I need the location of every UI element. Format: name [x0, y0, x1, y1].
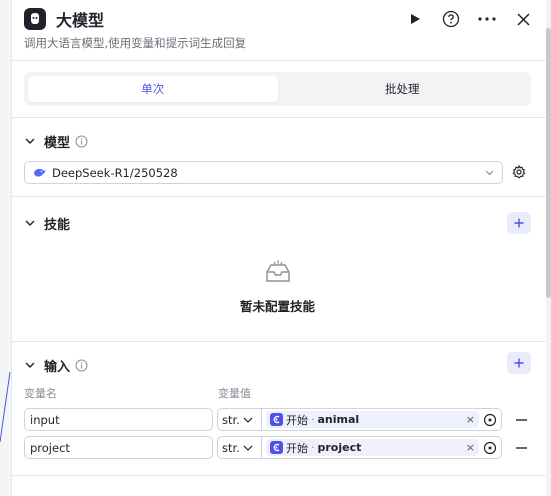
- start-node-icon: [270, 413, 283, 426]
- model-section-header[interactable]: 模型: [24, 131, 88, 151]
- input-section-title: 输入: [44, 359, 71, 375]
- node-config-panel: 大模型 调用大语言模型,使用变量和提示词生成回复 单次 批处理 模型 DeepS…: [12, 0, 546, 496]
- chevron-down-icon[interactable]: [24, 217, 36, 229]
- more-icon[interactable]: [476, 8, 498, 30]
- reference-variable-name: project: [317, 441, 362, 454]
- connector-line: [0, 372, 11, 442]
- info-icon[interactable]: [75, 359, 88, 372]
- divider: [12, 117, 546, 118]
- input-row: input str. 开始 · animal ×: [24, 408, 534, 431]
- chevron-down-icon: [243, 445, 253, 451]
- remove-row-button[interactable]: [512, 436, 530, 459]
- chevron-down-icon: [485, 170, 494, 176]
- reference-node-name: 开始: [286, 413, 308, 427]
- gear-icon[interactable]: [510, 163, 528, 181]
- variable-name-input[interactable]: input: [24, 408, 213, 431]
- type-label: str.: [222, 440, 240, 455]
- divider: [12, 196, 546, 197]
- help-icon[interactable]: [440, 8, 462, 30]
- remove-row-button[interactable]: [512, 408, 530, 431]
- deepseek-icon: [33, 166, 46, 179]
- empty-box-icon: [263, 256, 293, 286]
- llm-logo-icon: [24, 8, 46, 30]
- model-select[interactable]: DeepSeek-R1/250528: [24, 161, 503, 184]
- variable-value-field: str. 开始 · animal ×: [217, 408, 502, 431]
- type-select[interactable]: str.: [218, 437, 262, 458]
- skills-section-header[interactable]: 技能: [24, 213, 70, 233]
- panel-title: 大模型: [56, 11, 105, 30]
- play-icon[interactable]: [404, 8, 426, 30]
- variable-reference-tag[interactable]: 开始 · project ×: [266, 439, 479, 456]
- variable-reference-tag[interactable]: 开始 · animal ×: [266, 411, 479, 428]
- chevron-down-icon[interactable]: [24, 135, 36, 147]
- variable-value-field: str. 开始 · project ×: [217, 436, 502, 459]
- input-section-header[interactable]: 输入: [24, 355, 88, 375]
- close-icon[interactable]: [512, 8, 534, 30]
- variable-picker-icon[interactable]: [479, 413, 501, 427]
- reference-variable-name: animal: [317, 413, 360, 426]
- add-skill-button[interactable]: [507, 212, 531, 234]
- clear-icon[interactable]: ×: [466, 441, 475, 454]
- variable-picker-icon[interactable]: [479, 441, 501, 455]
- input-row: project str. 开始 · project ×: [24, 436, 534, 459]
- tab-batch[interactable]: 批处理: [278, 76, 528, 102]
- skills-empty-text: 暂未配置技能: [239, 299, 315, 314]
- scrollbar[interactable]: [546, 0, 551, 496]
- skills-empty-state: 暂未配置技能: [24, 256, 531, 315]
- next-section-peek: [24, 486, 534, 496]
- info-icon[interactable]: [75, 135, 88, 148]
- divider: [12, 60, 546, 61]
- separator: ·: [311, 441, 315, 454]
- clear-icon[interactable]: ×: [466, 413, 475, 426]
- variable-name-input[interactable]: project: [24, 436, 213, 459]
- model-name: DeepSeek-R1/250528: [52, 165, 178, 180]
- chevron-down-icon: [243, 417, 253, 423]
- panel-header: 大模型: [24, 4, 534, 34]
- divider: [12, 475, 546, 476]
- type-label: str.: [222, 412, 240, 427]
- model-section-title: 模型: [44, 135, 71, 151]
- chevron-down-icon[interactable]: [24, 359, 36, 371]
- column-header-name: 变量名: [24, 387, 57, 400]
- divider: [12, 341, 546, 342]
- reference-node-name: 开始: [286, 441, 308, 455]
- skills-section-title: 技能: [44, 217, 71, 233]
- column-header-value: 变量值: [218, 387, 251, 400]
- tab-single[interactable]: 单次: [28, 76, 278, 102]
- type-select[interactable]: str.: [218, 409, 262, 430]
- add-input-button[interactable]: [507, 352, 531, 374]
- scrollbar-thumb[interactable]: [546, 28, 551, 298]
- separator: ·: [311, 413, 315, 426]
- mode-switch: 单次 批处理: [24, 72, 531, 106]
- start-node-icon: [270, 441, 283, 454]
- panel-subtitle: 调用大语言模型,使用变量和提示词生成回复: [24, 36, 247, 50]
- canvas-edge: [0, 0, 12, 496]
